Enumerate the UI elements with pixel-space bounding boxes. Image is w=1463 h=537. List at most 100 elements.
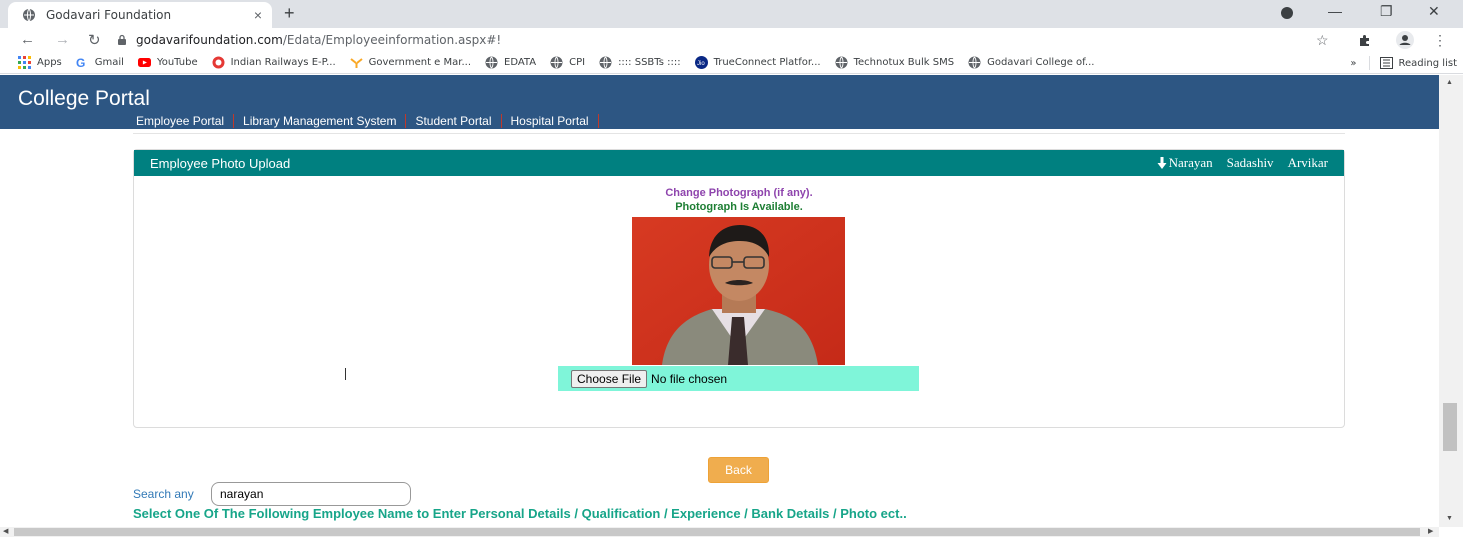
jio-icon: Jio <box>694 56 708 69</box>
divider <box>1368 56 1370 70</box>
employee-first-name: Narayan <box>1168 155 1213 170</box>
no-file-label: No file chosen <box>651 371 728 386</box>
portal-title: College Portal <box>18 87 150 110</box>
portal-header: College Portal Employee Portal Library M… <box>0 75 1439 129</box>
globe-icon <box>485 56 498 69</box>
vertical-scrollbar[interactable]: ▲ ▼ <box>1439 75 1463 527</box>
browser-tab-bar: Godavari Foundation × + — ❐ ✕ <box>0 0 1463 28</box>
bookmark-label: Indian Railways E-P... <box>230 57 336 68</box>
scroll-left-icon[interactable]: ◀ <box>3 527 8 535</box>
extensions-puzzle-icon[interactable] <box>1358 34 1372 46</box>
back-button[interactable]: Back <box>708 457 769 483</box>
reading-list-button[interactable]: Reading list <box>1399 58 1457 69</box>
minimize-button[interactable]: — <box>1328 3 1342 19</box>
nav-hospital-portal[interactable]: Hospital Portal <box>511 114 599 128</box>
file-upload-field[interactable]: Choose File No file chosen <box>558 366 919 391</box>
photo-status-label: Photograph Is Available. <box>675 201 803 213</box>
reading-list-icon <box>1379 57 1393 69</box>
text-cursor <box>345 368 346 380</box>
restore-button[interactable]: ❐ <box>1380 3 1393 20</box>
svg-text:G: G <box>76 56 85 69</box>
bookmark-item[interactable]: Godavari College of... <box>968 56 1094 69</box>
photo-upload-panel: Employee Photo Upload Narayan Sadashiv A… <box>133 149 1345 428</box>
reload-icon[interactable]: ↻ <box>88 31 101 49</box>
bookmark-item[interactable]: Technotux Bulk SMS <box>835 56 954 69</box>
bookmark-label: Technotux Bulk SMS <box>853 57 955 68</box>
bookmark-label: EDATA <box>504 57 537 68</box>
scrollbar-thumb[interactable] <box>14 528 1420 536</box>
window-close-button[interactable]: ✕ <box>1428 3 1440 20</box>
choose-file-button[interactable]: Choose File <box>571 369 648 388</box>
new-tab-button[interactable]: + <box>284 3 295 24</box>
url-path: /Edata/Employeeinformation.aspx#! <box>282 33 502 47</box>
down-arrow-icon <box>1157 157 1167 169</box>
scroll-right-icon[interactable]: ▶ <box>1428 527 1433 535</box>
bookmark-label: TrueConnect Platfor... <box>713 57 821 68</box>
forward-arrow-icon[interactable]: → <box>55 31 70 48</box>
bookmark-label: Godavari College of... <box>987 57 1095 68</box>
bookmark-item[interactable]: :::: SSBTs :::: <box>599 56 681 69</box>
employee-photo <box>632 217 845 365</box>
url-domain: godavarifoundation.com <box>136 33 283 47</box>
profile-avatar-icon[interactable] <box>1396 31 1414 49</box>
bookmark-label: CPI <box>569 57 586 68</box>
portal-nav: Employee Portal Library Management Syste… <box>136 114 608 128</box>
tab-close-icon[interactable]: × <box>254 7 262 23</box>
bookmark-item[interactable]: CPI <box>550 56 585 69</box>
horizontal-scrollbar[interactable]: ◀ ▶ <box>0 527 1439 537</box>
globe-icon <box>550 56 563 69</box>
bookmark-label: YouTube <box>156 57 198 68</box>
svg-text:Jio: Jio <box>697 61 705 67</box>
search-label: Search any <box>133 487 194 501</box>
bookmark-item[interactable]: Apps <box>18 56 62 69</box>
url-text: godavarifoundation.com/Edata/Employeeinf… <box>136 33 501 47</box>
bookmark-star-icon[interactable]: ☆ <box>1316 32 1329 49</box>
page-viewport: College Portal Employee Portal Library M… <box>0 75 1439 527</box>
bookmark-label: Apps <box>37 57 62 68</box>
bookmark-item[interactable]: Indian Railways E-P... <box>212 56 336 69</box>
back-arrow-icon[interactable]: ← <box>20 31 35 48</box>
tab-title: Godavari Foundation <box>46 8 172 22</box>
reading-list-area: » Reading list <box>1350 56 1457 70</box>
address-bar[interactable]: godavarifoundation.com/Edata/Employeeinf… <box>116 30 1346 50</box>
bookmarks-bar: Apps G Gmail YouTube Indian Railways E-P.… <box>0 52 1463 74</box>
media-indicator-icon[interactable] <box>1281 7 1293 19</box>
globe-icon <box>23 8 35 22</box>
bookmark-item[interactable]: G Gmail <box>76 56 124 69</box>
gem-icon <box>350 58 363 68</box>
search-input[interactable] <box>211 482 411 506</box>
lock-icon <box>118 34 126 45</box>
panel-title: Employee Photo Upload <box>150 155 291 171</box>
employee-middle-name: Sadashiv <box>1226 155 1274 170</box>
bookmark-label: Government e Mar... <box>368 57 471 68</box>
bookmark-item[interactable]: YouTube <box>137 56 198 69</box>
globe-icon <box>835 56 848 69</box>
instruction-text: Select One Of The Following Employee Nam… <box>133 506 907 521</box>
bookmark-item[interactable]: Jio TrueConnect Platfor... <box>694 56 821 69</box>
browser-tab[interactable]: Godavari Foundation × <box>8 2 272 28</box>
scrollbar-thumb[interactable] <box>1443 403 1457 451</box>
bookmark-item[interactable]: EDATA <box>485 56 536 69</box>
google-icon: G <box>76 56 85 69</box>
globe-icon <box>968 56 981 69</box>
bookmark-label: :::: SSBTs :::: <box>618 57 681 68</box>
browser-toolbar: ← → ↻ godavarifoundation.com/Edata/Emplo… <box>0 28 1463 52</box>
scroll-up-icon[interactable]: ▲ <box>1446 79 1453 86</box>
divider <box>133 133 1345 134</box>
apps-grid-icon <box>18 56 31 69</box>
menu-dots-icon[interactable]: ⋮ <box>1433 32 1447 49</box>
nav-student-portal[interactable]: Student Portal <box>415 114 502 128</box>
change-photo-label: Change Photograph (if any). <box>665 187 813 199</box>
bookmark-item[interactable]: Government e Mar... <box>350 56 471 69</box>
nav-library-management[interactable]: Library Management System <box>243 114 407 128</box>
railways-icon <box>212 56 225 69</box>
employee-last-name: Arvikar <box>1287 155 1328 170</box>
bookmark-label: Gmail <box>94 57 124 68</box>
more-bookmarks-button[interactable]: » <box>1350 58 1356 69</box>
youtube-icon <box>137 58 151 67</box>
globe-icon <box>599 56 612 69</box>
nav-employee-portal[interactable]: Employee Portal <box>136 114 235 128</box>
panel-header: Employee Photo Upload Narayan Sadashiv A… <box>134 150 1344 176</box>
scroll-down-icon[interactable]: ▼ <box>1446 515 1453 522</box>
employee-name: Narayan Sadashiv Arvikar <box>1157 155 1328 171</box>
